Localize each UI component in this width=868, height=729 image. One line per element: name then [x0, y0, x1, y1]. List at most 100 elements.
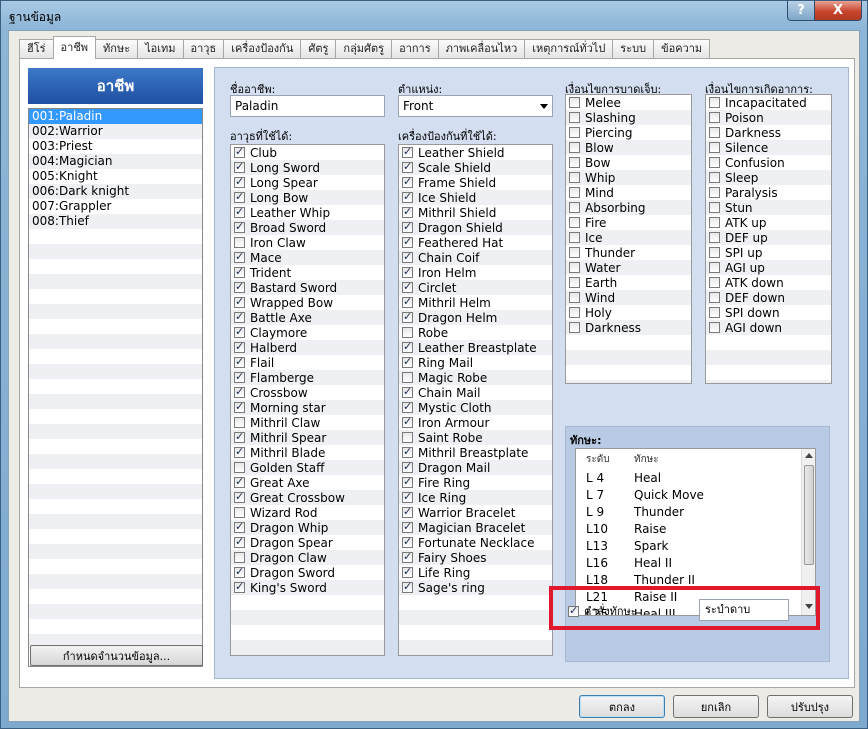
checkbox-icon[interactable]	[402, 565, 413, 578]
checkbox-icon[interactable]	[709, 112, 720, 123]
tab-item[interactable]: ศัตรู	[300, 39, 337, 59]
state-item[interactable]: DEF up	[706, 230, 831, 245]
armor-item[interactable]: Dragon Helm	[399, 310, 552, 325]
armor-item[interactable]: Frame Shield	[399, 175, 552, 190]
armor-item[interactable]: Scale Shield	[399, 160, 552, 175]
checkbox-icon[interactable]	[234, 400, 245, 413]
weapon-item[interactable]: Crossbow	[231, 385, 384, 400]
armor-item[interactable]: Ice Shield	[399, 190, 552, 205]
checkbox-icon[interactable]	[402, 175, 413, 188]
checkbox-icon[interactable]	[234, 190, 245, 203]
armor-item[interactable]: Sage's ring	[399, 580, 552, 595]
armor-item[interactable]: Mithril Helm	[399, 295, 552, 310]
class-list-item[interactable]: 004:Magician	[29, 154, 202, 169]
checkbox-icon[interactable]	[402, 250, 413, 263]
skill-row[interactable]: L 4 Heal	[576, 469, 815, 486]
weapon-item[interactable]: Flail	[231, 355, 384, 370]
state-item[interactable]: SPI up	[706, 245, 831, 260]
checkbox-icon[interactable]	[402, 295, 413, 308]
armor-item[interactable]: Fairy Shoes	[399, 550, 552, 565]
armor-item[interactable]: Mithril Shield	[399, 205, 552, 220]
checkbox-icon[interactable]	[234, 445, 245, 458]
weapon-item[interactable]: Halberd	[231, 340, 384, 355]
checkbox-icon[interactable]	[569, 247, 580, 258]
checkbox-icon[interactable]	[234, 205, 245, 218]
armor-item[interactable]: Dragon Mail	[399, 460, 552, 475]
checkbox-icon[interactable]	[234, 462, 245, 473]
checkbox-icon[interactable]	[568, 604, 579, 617]
checkbox-icon[interactable]	[569, 112, 580, 123]
weapon-item[interactable]: Dragon Claw	[231, 550, 384, 565]
checkbox-icon[interactable]	[234, 355, 245, 368]
checkbox-icon[interactable]	[402, 535, 413, 548]
checkbox-icon[interactable]	[402, 445, 413, 458]
armor-item[interactable]: Circlet	[399, 280, 552, 295]
checkbox-icon[interactable]	[569, 277, 580, 288]
close-button[interactable]: X	[814, 1, 862, 21]
checkbox-icon[interactable]	[402, 372, 413, 383]
weapon-item[interactable]: Mace	[231, 250, 384, 265]
checkbox-icon[interactable]	[402, 160, 413, 173]
checkbox-icon[interactable]	[234, 220, 245, 233]
armor-item[interactable]: Fire Ring	[399, 475, 552, 490]
help-button[interactable]: ?	[787, 1, 815, 21]
checkbox-icon[interactable]	[234, 520, 245, 533]
element-item[interactable]: Slashing	[566, 110, 691, 125]
weapon-item[interactable]: Wizard Rod	[231, 505, 384, 520]
checkbox-icon[interactable]	[569, 172, 580, 183]
weapon-checklist[interactable]: ClubLong SwordLong SpearLong BowLeather …	[230, 144, 385, 656]
class-name-input[interactable]: Paladin	[230, 95, 385, 117]
checkbox-icon[interactable]	[709, 307, 720, 318]
element-item[interactable]: Holy	[566, 305, 691, 320]
checkbox-icon[interactable]	[402, 355, 413, 368]
weapon-item[interactable]: Mithril Claw	[231, 415, 384, 430]
checkbox-icon[interactable]	[402, 340, 413, 353]
checkbox-icon[interactable]	[234, 325, 245, 338]
weapon-item[interactable]: Broad Sword	[231, 220, 384, 235]
checkbox-icon[interactable]	[709, 232, 720, 243]
checkbox-icon[interactable]	[569, 157, 580, 168]
tab-item[interactable]: ภาพเคลื่อนไหว	[437, 39, 526, 59]
element-item[interactable]: Melee	[566, 95, 691, 110]
weapon-item[interactable]: Mithril Blade	[231, 445, 384, 460]
weapon-item[interactable]: Wrapped Bow	[231, 295, 384, 310]
checkbox-icon[interactable]	[234, 370, 245, 383]
state-item[interactable]: SPI down	[706, 305, 831, 320]
tab-item[interactable]: อาการ	[391, 39, 439, 59]
checkbox-icon[interactable]	[569, 202, 580, 213]
checkbox-icon[interactable]	[569, 187, 580, 198]
weapon-item[interactable]: Long Sword	[231, 160, 384, 175]
element-item[interactable]: Mind	[566, 185, 691, 200]
state-item[interactable]: ATK up	[706, 215, 831, 230]
tab-item[interactable]: ทักษะ	[95, 39, 139, 59]
checkbox-icon[interactable]	[234, 417, 245, 428]
checkbox-icon[interactable]	[709, 172, 720, 183]
checkbox-icon[interactable]	[234, 535, 245, 548]
state-item[interactable]: DEF down	[706, 290, 831, 305]
checkbox-icon[interactable]	[402, 145, 413, 158]
checkbox-icon[interactable]	[234, 237, 245, 248]
ok-button[interactable]: ตกลง	[579, 695, 665, 718]
skill-row[interactable]: L13 Spark	[576, 537, 815, 554]
checkbox-icon[interactable]	[709, 127, 720, 138]
checkbox-icon[interactable]	[569, 292, 580, 303]
skill-row[interactable]: L10 Raise	[576, 520, 815, 537]
checkbox-icon[interactable]	[234, 280, 245, 293]
class-list-item[interactable]: 005:Knight	[29, 169, 202, 184]
checkbox-icon[interactable]	[709, 292, 720, 303]
element-item[interactable]: Absorbing	[566, 200, 691, 215]
checkbox-icon[interactable]	[402, 280, 413, 293]
state-item[interactable]: Darkness	[706, 125, 831, 140]
checkbox-icon[interactable]	[569, 142, 580, 153]
checkbox-icon[interactable]	[402, 580, 413, 593]
checkbox-icon[interactable]	[709, 202, 720, 213]
class-list-item[interactable]: 006:Dark knight	[29, 184, 202, 199]
checkbox-icon[interactable]	[569, 97, 580, 108]
checkbox-icon[interactable]	[234, 145, 245, 158]
checkbox-icon[interactable]	[234, 310, 245, 323]
checkbox-icon[interactable]	[234, 295, 245, 308]
skill-command-input[interactable]: ระบำดาบ	[699, 599, 789, 621]
armor-item[interactable]: Mystic Cloth	[399, 400, 552, 415]
class-list-item[interactable]: 003:Priest	[29, 139, 202, 154]
tab-item[interactable]: เหตุการณ์ทั่วไป	[524, 39, 614, 59]
